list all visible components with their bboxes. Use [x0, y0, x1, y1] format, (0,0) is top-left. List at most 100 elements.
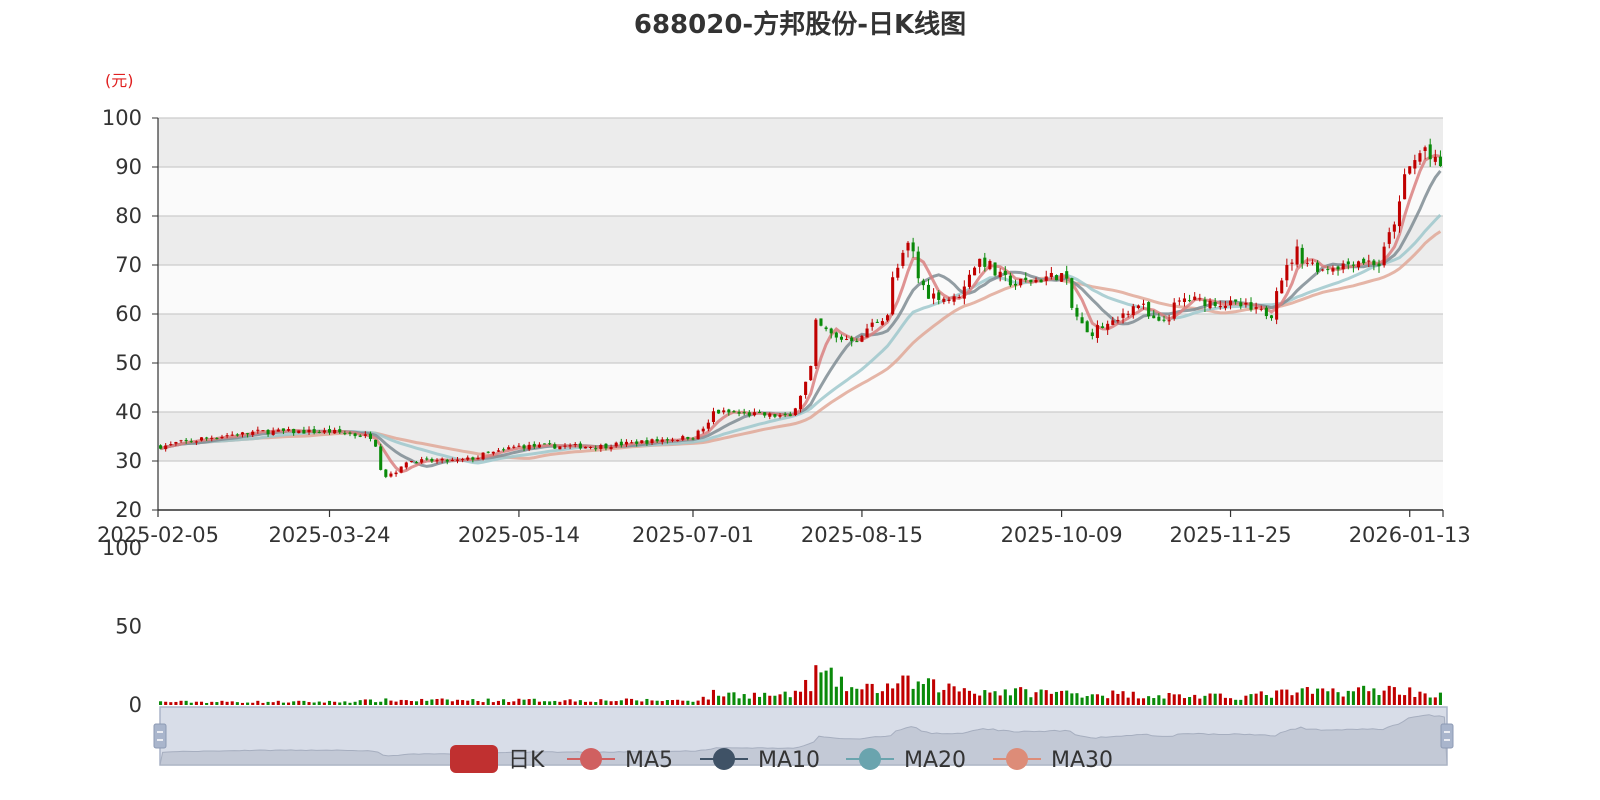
y-tick-label: 40 — [115, 400, 142, 424]
candle-body — [1080, 317, 1084, 324]
slider-left-handle[interactable] — [153, 723, 167, 749]
candle-body — [932, 293, 936, 299]
candle — [261, 430, 265, 432]
candle-body — [1351, 264, 1355, 266]
volume-bar — [1239, 699, 1243, 705]
volume-bar — [860, 689, 864, 705]
volume-bar — [798, 691, 803, 705]
volume-bar — [1290, 695, 1294, 705]
volume-bar — [778, 694, 782, 705]
candle-body — [701, 428, 705, 432]
legend-item-ma20[interactable]: MA20 — [846, 748, 966, 773]
volume-bar — [722, 696, 726, 705]
volume-bar — [164, 701, 168, 705]
slider-handle-grip[interactable] — [153, 723, 167, 749]
volume-bar — [1403, 695, 1407, 705]
plot-band — [158, 461, 1443, 510]
candle-body — [384, 469, 388, 477]
plot-band — [158, 314, 1443, 363]
volume-bar — [322, 702, 326, 705]
candle-body — [1034, 279, 1038, 283]
volume-tick-label: 50 — [115, 615, 142, 639]
volume-bar — [374, 702, 378, 705]
candle-body — [358, 435, 362, 437]
candle-body — [891, 277, 895, 315]
volume-bar — [261, 702, 265, 705]
volume-bar — [988, 692, 992, 705]
candle-body — [1095, 325, 1099, 338]
volume-bar — [855, 688, 859, 705]
legend-item-ma30[interactable]: MA30 — [993, 748, 1113, 773]
candle-body — [220, 436, 224, 439]
volume-bar — [1310, 693, 1314, 705]
volume-bar — [537, 701, 541, 705]
volume-bar — [957, 691, 961, 705]
candle-body — [1003, 270, 1007, 276]
candle-body — [624, 441, 628, 445]
volume-bar — [348, 702, 352, 705]
volume-bar — [691, 701, 695, 705]
volume-bar — [363, 699, 367, 705]
volume-bar — [1275, 690, 1279, 705]
volume-bar — [706, 699, 710, 705]
volume-bar — [409, 700, 413, 705]
volume-bar — [1326, 691, 1330, 705]
candle-body — [1356, 261, 1361, 268]
volume-bar — [215, 702, 219, 705]
candle-body — [998, 271, 1002, 278]
slider-right-handle[interactable] — [1440, 723, 1454, 749]
candle-body — [727, 409, 731, 413]
volume-bar — [1280, 689, 1284, 705]
candle-body — [256, 429, 260, 431]
volume-bar — [865, 683, 869, 705]
volume-bar — [589, 701, 593, 705]
candle-body — [1101, 326, 1105, 328]
candle-body — [1131, 306, 1135, 315]
candle-body — [670, 439, 675, 441]
legend-item-kline[interactable]: 日K — [450, 745, 545, 773]
candle-body — [466, 457, 470, 460]
plot-band — [158, 412, 1443, 461]
volume-bar — [1116, 693, 1120, 705]
candle — [379, 443, 383, 471]
candle-body — [804, 381, 808, 395]
candle-body — [660, 439, 664, 442]
candle-body — [1008, 275, 1012, 286]
slider-handle-grip[interactable] — [1440, 723, 1454, 749]
legend-item-ma10[interactable]: MA10 — [700, 748, 820, 773]
candle-body — [1280, 280, 1284, 294]
chart-title: 688020-方邦股份-日K线图 — [634, 9, 966, 40]
candle-body — [1106, 323, 1110, 330]
volume-bar — [604, 700, 608, 705]
candle-body — [1049, 272, 1053, 278]
candle-body — [665, 439, 669, 441]
volume-bar — [967, 690, 971, 705]
candle — [809, 365, 813, 381]
volume-bar — [333, 701, 337, 705]
volume-bar — [880, 691, 884, 705]
volume-bar — [926, 678, 931, 705]
candle — [558, 446, 562, 450]
candle-body — [1264, 307, 1268, 317]
volume-bar — [660, 701, 664, 705]
candle-body — [174, 442, 178, 444]
candle-body — [1147, 302, 1151, 317]
volume-bar — [1111, 690, 1115, 705]
volume-bar — [266, 701, 270, 705]
volume-bar — [983, 690, 987, 705]
candle-body — [435, 460, 439, 462]
candle-body — [1275, 291, 1279, 320]
volume-bar — [1172, 694, 1176, 705]
candle — [696, 429, 700, 440]
candle-body — [778, 415, 782, 417]
volume-bar — [1285, 689, 1289, 705]
candle-body — [1029, 279, 1033, 283]
candle-body — [169, 444, 173, 446]
legend-label: MA20 — [904, 748, 966, 773]
volume-bar — [1418, 691, 1422, 705]
candle-body — [793, 408, 797, 416]
volume-bar — [368, 699, 372, 705]
volume-bar — [1044, 690, 1048, 705]
volume-bar — [1039, 689, 1043, 705]
volume-bar — [1367, 691, 1371, 705]
